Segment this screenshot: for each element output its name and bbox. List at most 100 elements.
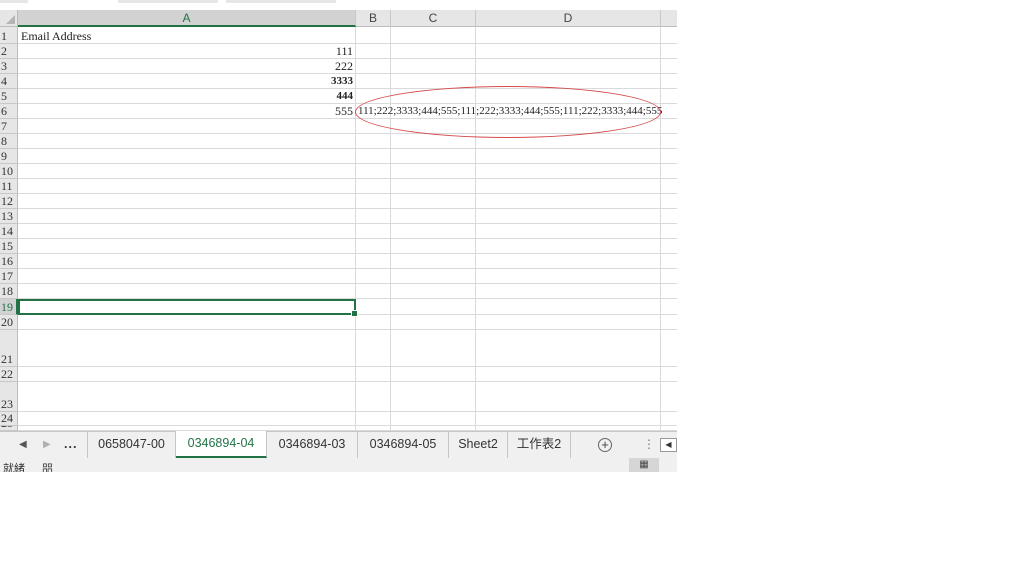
cell-a5[interactable]: 444: [18, 89, 354, 103]
row-header-7[interactable]: 7: [0, 119, 18, 134]
sheet-tab-0658047-00[interactable]: 0658047-00: [87, 432, 176, 458]
row-header-11[interactable]: 11: [0, 179, 18, 194]
sheet-tab-sheet2[interactable]: Sheet2: [449, 432, 508, 458]
row-header-10[interactable]: 10: [0, 164, 18, 179]
row-gridline: [18, 238, 677, 239]
ribbon-tab-edge: [118, 0, 218, 3]
row-header-label: 12: [1, 194, 13, 208]
row-header-17[interactable]: 17: [0, 269, 18, 284]
row-header-6[interactable]: 6: [0, 104, 18, 119]
select-all-icon: [6, 15, 15, 24]
column-gridline: [390, 27, 391, 430]
row-header-label: 23: [1, 397, 13, 411]
column-header-a[interactable]: A: [18, 10, 356, 27]
row-header-label: 6: [1, 104, 7, 118]
cell-a1[interactable]: Email Address: [21, 29, 91, 43]
cell-a6[interactable]: 555: [18, 104, 353, 118]
fill-handle[interactable]: [351, 310, 358, 317]
row-gridline: [18, 366, 677, 367]
row-gridline: [18, 223, 677, 224]
row-gridline: [18, 329, 677, 330]
row-gridline: [18, 283, 677, 284]
row-header-4[interactable]: 4: [0, 74, 18, 89]
row-header-2[interactable]: 2: [0, 44, 18, 59]
row-gridline: [18, 411, 677, 412]
row-header-label: 5: [1, 89, 7, 103]
status-accessibility-text: 㗊: [42, 463, 53, 472]
column-header-e[interactable]: [661, 10, 677, 27]
ribbon-tab-edge: [0, 0, 28, 3]
row-header-5[interactable]: 5: [0, 89, 18, 104]
row-header-label: 8: [1, 134, 7, 148]
grid-view-icon: ▦: [639, 459, 649, 470]
row-header-label: 9: [1, 149, 7, 163]
row-header-label: 18: [1, 284, 13, 298]
column-gridline: [355, 27, 356, 430]
row-header-label: 1: [1, 29, 7, 43]
sheet-tab-0346894-04[interactable]: 0346894-04: [176, 431, 267, 458]
row-header-20[interactable]: 20: [0, 315, 18, 330]
row-header-label: 21: [1, 352, 13, 366]
active-cell-selection[interactable]: [18, 299, 358, 317]
select-all-button[interactable]: [0, 10, 18, 27]
status-bar: 就緒 㗊 ▦: [0, 458, 677, 472]
sheet-tab-0346894-03[interactable]: 0346894-03: [267, 432, 358, 458]
row-header-label: 2: [1, 44, 7, 58]
row-header-label: 17: [1, 269, 13, 283]
status-ready-text: 就緒: [3, 463, 25, 472]
row-header-label: 22: [1, 367, 13, 381]
tab-splitter-icon[interactable]: ⋮: [643, 437, 655, 451]
row-header-label: 19: [1, 300, 13, 314]
row-header-9[interactable]: 9: [0, 149, 18, 164]
scroll-left-icon: ◀: [665, 440, 672, 449]
row-header-label: 16: [1, 254, 13, 268]
column-header-d[interactable]: D: [476, 10, 661, 27]
row-header-label: 7: [1, 119, 7, 133]
row-header-label: 25: [1, 426, 13, 430]
row-gridline: [18, 178, 677, 179]
sheet-tab-worksheet2[interactable]: 工作表2: [508, 432, 571, 458]
red-ellipse-annotation: [355, 86, 661, 138]
row-header-label: 20: [1, 315, 13, 329]
cell-a3[interactable]: 222: [18, 59, 353, 73]
row-header-14[interactable]: 14: [0, 224, 18, 239]
row-header-8[interactable]: 8: [0, 134, 18, 149]
column-header-b[interactable]: B: [356, 10, 391, 27]
normal-view-button[interactable]: ▦: [629, 458, 659, 472]
scroll-left-button[interactable]: ◀: [660, 438, 677, 452]
prev-sheet-icon[interactable]: ◀: [19, 439, 27, 450]
row-gridline: [18, 268, 677, 269]
row-header-label: 15: [1, 239, 13, 253]
ribbon-remnant: [0, 0, 677, 10]
row-header-15[interactable]: 15: [0, 239, 18, 254]
row-header-21[interactable]: 21: [0, 330, 18, 367]
column-gridline: [660, 27, 661, 430]
next-sheet-icon[interactable]: ▶: [43, 439, 51, 450]
row-header-1[interactable]: 1: [0, 27, 18, 44]
spreadsheet: A B C D 1 2 3 4 5 6 7 8 9 10 11 12 13 14 15 16 17 18 19 20 2…: [0, 0, 677, 472]
row-header-18[interactable]: 18: [0, 284, 18, 299]
row-header-22[interactable]: 22: [0, 367, 18, 382]
more-sheets-button[interactable]: ...: [64, 437, 77, 451]
row-header-label: 10: [1, 164, 13, 178]
row-header-24[interactable]: 24: [0, 412, 18, 426]
sheet-tab-bar: ◀ ▶ ... 0658047-00 0346894-04 0346894-03…: [0, 431, 677, 458]
row-header-16[interactable]: 16: [0, 254, 18, 269]
row-header-label: 11: [1, 179, 13, 193]
row-header-13[interactable]: 13: [0, 209, 18, 224]
row-gridline: [18, 163, 677, 164]
row-header-12[interactable]: 12: [0, 194, 18, 209]
sheet-tab-0346894-05[interactable]: 0346894-05: [358, 432, 449, 458]
row-header-3[interactable]: 3: [0, 59, 18, 74]
column-header-c[interactable]: C: [391, 10, 476, 27]
row-header-label: 14: [1, 224, 13, 238]
row-header-23[interactable]: 23: [0, 382, 18, 412]
cell-a2[interactable]: 111: [18, 44, 353, 58]
row-header-19[interactable]: 19: [0, 299, 18, 315]
row-gridline: [18, 193, 677, 194]
row-gridline: [18, 148, 677, 149]
cell-a4[interactable]: 3333: [18, 74, 353, 88]
row-gridline: [18, 381, 677, 382]
row-header-label: 4: [1, 74, 7, 88]
add-sheet-button[interactable]: +: [598, 438, 612, 452]
